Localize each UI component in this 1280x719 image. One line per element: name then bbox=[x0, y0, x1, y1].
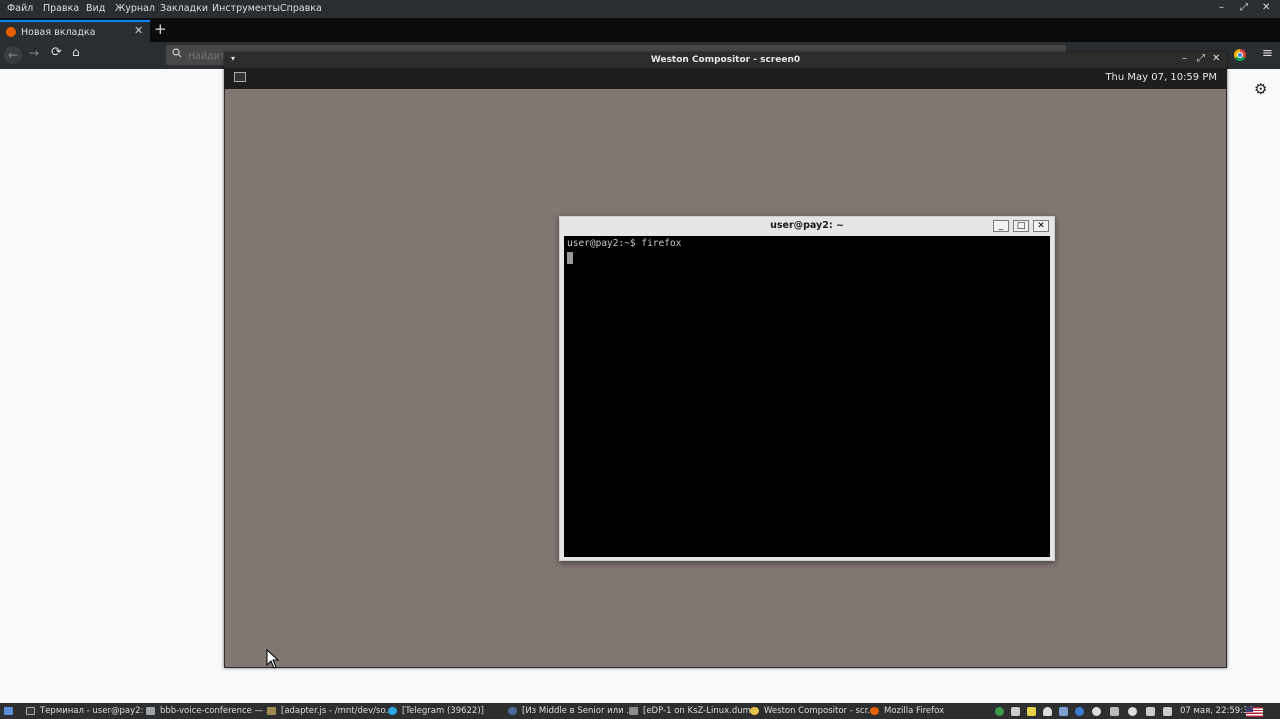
task-edp[interactable]: [eDP-1 on KsZ-Linux.dum... bbox=[643, 706, 759, 716]
weston-menu-icon[interactable]: ▾ bbox=[231, 54, 235, 63]
tab-close-icon[interactable]: ✕ bbox=[134, 24, 143, 37]
menu-button[interactable]: ≡ bbox=[1262, 46, 1273, 61]
search-icon bbox=[172, 48, 182, 61]
weston-close-button[interactable]: ✕ bbox=[1212, 53, 1220, 64]
cloud-icon[interactable] bbox=[1059, 707, 1068, 716]
browser-icon bbox=[508, 707, 517, 715]
telegram-icon bbox=[388, 707, 397, 715]
menu-tools[interactable]: Инструменты bbox=[212, 3, 280, 14]
clipboard-icon[interactable] bbox=[1011, 707, 1020, 716]
chrome-icon[interactable] bbox=[1234, 49, 1246, 61]
terminal-icon bbox=[26, 707, 35, 715]
terminal-window[interactable]: user@pay2: ~ _ □ ✕ user@pay2:~$ firefox bbox=[559, 216, 1055, 561]
minimize-button[interactable]: – bbox=[1219, 2, 1224, 13]
terminal-body[interactable]: user@pay2:~$ firefox bbox=[564, 236, 1050, 557]
weston-minimize-button[interactable]: – bbox=[1182, 53, 1187, 64]
menu-history[interactable]: Журнал bbox=[115, 3, 155, 14]
terminal-prompt-line: user@pay2:~$ firefox bbox=[567, 238, 682, 249]
terminal-maximize-button[interactable]: □ bbox=[1013, 220, 1029, 232]
menu-view[interactable]: Вид bbox=[86, 3, 105, 14]
terminal-icon[interactable] bbox=[234, 72, 246, 82]
menu-file[interactable]: Файл bbox=[7, 3, 33, 14]
folder-icon bbox=[146, 707, 155, 715]
battery-icon[interactable] bbox=[1163, 707, 1172, 716]
reload-button[interactable]: ⟳ bbox=[51, 45, 62, 60]
info-icon[interactable] bbox=[1128, 707, 1137, 716]
menu-edit[interactable]: Правка bbox=[43, 3, 79, 14]
task-terminal[interactable]: Терминал - user@pay2: ~ bbox=[40, 706, 153, 716]
tab-strip bbox=[0, 18, 1280, 42]
terminal-title: user@pay2: ~ bbox=[770, 220, 844, 231]
volume-icon[interactable] bbox=[1146, 707, 1155, 716]
tab-label: Новая вкладка bbox=[21, 27, 96, 38]
taskbar: Терминал - user@pay2: ~ bbb-voice-confer… bbox=[0, 703, 1280, 719]
task-adapter-js[interactable]: [adapter.js - /mnt/dev/so... bbox=[281, 706, 394, 716]
tray-app-icon[interactable] bbox=[995, 707, 1004, 716]
firefox-icon bbox=[6, 27, 16, 37]
close-window-button[interactable]: ✕ bbox=[1262, 2, 1270, 13]
editor-icon bbox=[267, 707, 276, 715]
firefox-icon bbox=[870, 707, 879, 715]
restore-button[interactable]: ⤢ bbox=[1240, 2, 1248, 13]
us-flag-icon[interactable] bbox=[1246, 707, 1263, 717]
weston-maximize-button[interactable]: ⤢ bbox=[1197, 53, 1205, 64]
mouse-pointer-icon bbox=[266, 648, 280, 672]
task-middle-senior[interactable]: [Из Middle в Senior или ... bbox=[522, 706, 634, 716]
task-telegram[interactable]: [Telegram (39622)] bbox=[402, 706, 484, 716]
firefox-menubar: Файл Правка Вид Журнал Закладки Инструме… bbox=[0, 0, 1280, 18]
taskbar-clock[interactable]: 07 мая, 22:59:38 bbox=[1180, 706, 1254, 716]
menu-bookmarks[interactable]: Закладки bbox=[160, 3, 208, 14]
terminal-minimize-button[interactable]: _ bbox=[993, 220, 1009, 232]
weston-panel: Thu May 07, 10:59 PM bbox=[224, 68, 1227, 89]
app-menu-icon[interactable] bbox=[4, 707, 13, 715]
notes-icon[interactable] bbox=[1027, 707, 1036, 716]
gear-icon[interactable]: ⚙ bbox=[1254, 80, 1267, 98]
weston-panel-clock: Thu May 07, 10:59 PM bbox=[1105, 72, 1217, 83]
network-icon[interactable] bbox=[1075, 707, 1084, 716]
terminal-close-button[interactable]: ✕ bbox=[1033, 220, 1049, 232]
tab-new-tab[interactable]: Новая вкладка ✕ bbox=[0, 20, 150, 42]
task-bbb-voice[interactable]: bbb-voice-conference — ... bbox=[160, 706, 274, 716]
weston-icon bbox=[750, 707, 759, 715]
update-icon[interactable] bbox=[1092, 707, 1101, 716]
transfer-icon[interactable] bbox=[1110, 707, 1119, 716]
home-button[interactable]: ⌂ bbox=[72, 45, 80, 59]
notification-bell-icon[interactable] bbox=[1043, 707, 1052, 716]
vnc-icon bbox=[629, 707, 638, 715]
forward-button[interactable]: → bbox=[29, 46, 39, 60]
task-weston[interactable]: Weston Compositor - scr... bbox=[764, 706, 875, 716]
weston-title: Weston Compositor - screen0 bbox=[224, 52, 1227, 68]
task-firefox[interactable]: Mozilla Firefox bbox=[884, 706, 944, 716]
back-button[interactable]: ← bbox=[4, 46, 22, 64]
terminal-cursor bbox=[567, 252, 573, 264]
new-tab-button[interactable]: + bbox=[154, 20, 167, 38]
menu-help[interactable]: Справка bbox=[280, 3, 322, 14]
